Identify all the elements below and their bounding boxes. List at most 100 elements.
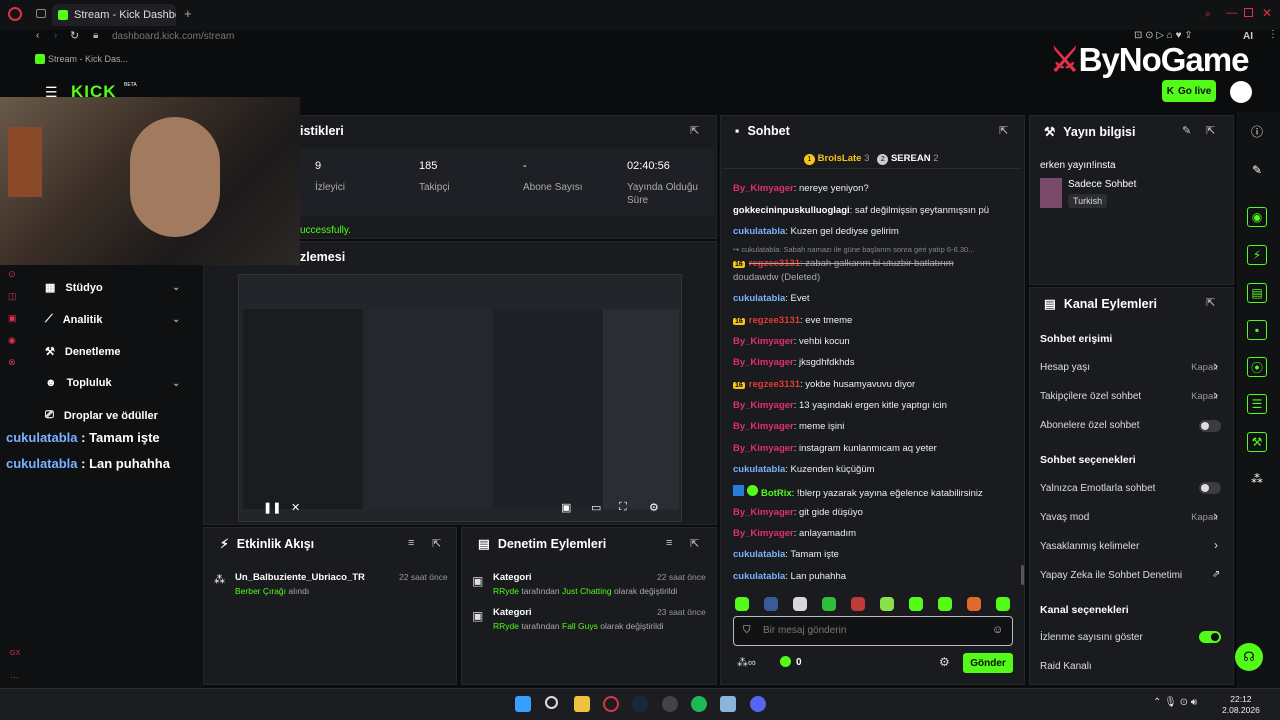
- subs-only-toggle[interactable]: [1199, 420, 1221, 432]
- chat-user[interactable]: By_Kimyager: [733, 336, 794, 347]
- raid-label[interactable]: Raid Kanalı: [1040, 661, 1092, 672]
- workspaces-icon[interactable]: [36, 9, 46, 18]
- sidebar-item-droplar[interactable]: ⎚ Droplar ve ödüller: [45, 409, 158, 422]
- pip-icon[interactable]: ▣: [561, 501, 571, 514]
- chat-user[interactable]: regzee3131: [749, 379, 800, 390]
- windows-start-icon[interactable]: [515, 696, 531, 712]
- popout-icon[interactable]: ⇱: [690, 124, 699, 137]
- chat-user[interactable]: cukulatabla: [733, 293, 785, 304]
- opera-logo-icon[interactable]: [8, 7, 22, 21]
- minimize-icon[interactable]: —: [1226, 7, 1237, 19]
- stream-preview-video[interactable]: ❚❚ ✕ ▣ ▭ ⛶ ⚙︎: [238, 274, 682, 522]
- clock[interactable]: 22:12 2.08.2026: [1222, 694, 1260, 716]
- list-icon[interactable]: ☰: [1247, 394, 1267, 414]
- chevron-down-icon[interactable]: ⌄: [172, 378, 180, 389]
- sidebar-item-studyo[interactable]: ▦ Stüdyo: [45, 281, 103, 295]
- shield-icon[interactable]: ⛉: [743, 625, 751, 636]
- popout-icon[interactable]: ⇱: [1206, 296, 1215, 309]
- emote-icon[interactable]: [851, 597, 865, 611]
- gx-icon[interactable]: GX: [10, 650, 20, 657]
- mute-icon[interactable]: ✕: [291, 501, 300, 514]
- document-icon[interactable]: ▤: [1247, 283, 1267, 303]
- chevron-right-icon[interactable]: ›: [1214, 538, 1218, 552]
- popout-icon[interactable]: ⇱: [1206, 124, 1215, 137]
- slow-mode-label[interactable]: Yavaş mod: [1040, 512, 1089, 523]
- edit-icon[interactable]: ✎: [1182, 124, 1191, 137]
- emote-icon[interactable]: [938, 597, 952, 611]
- sidebar-item-topluluk[interactable]: ☻ Topluluk: [45, 377, 112, 389]
- users-icon[interactable]: ⁂: [1247, 469, 1267, 489]
- fullscreen-icon[interactable]: ⛶: [619, 501, 627, 514]
- emote-icon[interactable]: [735, 597, 749, 611]
- camera-icon[interactable]: ◉: [1247, 207, 1267, 227]
- file-explorer-icon[interactable]: [574, 696, 590, 712]
- emote-icon[interactable]: [822, 597, 836, 611]
- chevron-right-icon[interactable]: ›: [1214, 509, 1218, 523]
- banned-words-label[interactable]: Yasaklanmış kelimeler: [1040, 541, 1139, 552]
- forward-icon[interactable]: ›: [54, 30, 57, 41]
- chat-user[interactable]: regzee3131: [749, 258, 800, 269]
- lightning-icon[interactable]: ⚡︎: [1247, 245, 1267, 265]
- emote-icon[interactable]: [996, 597, 1010, 611]
- chat-scrollbar[interactable]: [1021, 565, 1024, 585]
- activity-user[interactable]: Un_Balbuziente_Ubriaco_TR: [235, 572, 365, 583]
- chat-user[interactable]: cukulatabla: [733, 464, 785, 475]
- emote-icon[interactable]: [967, 597, 981, 611]
- chat-user[interactable]: cukulatabla: [733, 549, 785, 560]
- external-link-icon[interactable]: ⇗: [1212, 569, 1220, 580]
- show-viewers-toggle[interactable]: [1199, 631, 1221, 643]
- chevron-down-icon[interactable]: ⌄: [172, 282, 180, 293]
- sidebar-item-analitik[interactable]: ⟋ Analitik: [45, 313, 102, 326]
- chat-user[interactable]: cukulatabla: [733, 571, 785, 582]
- chat-user[interactable]: By_Kimyager: [733, 507, 794, 518]
- stream-category[interactable]: Sadece Sohbet: [1068, 179, 1136, 190]
- chat-user[interactable]: By_Kimyager: [733, 528, 794, 539]
- spotify-icon[interactable]: [691, 696, 707, 712]
- gifter-name[interactable]: SEREAN: [891, 153, 931, 164]
- chevron-down-icon[interactable]: ⌄: [172, 314, 180, 325]
- chat-user[interactable]: regzee3131: [749, 315, 800, 326]
- chat-user[interactable]: By_Kimyager: [733, 421, 794, 432]
- emote-icon[interactable]: [880, 597, 894, 611]
- followers-only-label[interactable]: Takipçilere özel sohbet: [1040, 391, 1141, 402]
- broadcast-icon[interactable]: ⦿: [1247, 357, 1267, 377]
- chat-input[interactable]: ⛉ Bir mesaj gönderin ☺: [733, 616, 1013, 646]
- filter-icon[interactable]: ≡: [666, 537, 672, 549]
- app-icon[interactable]: [662, 696, 678, 712]
- sidebar-rail-icons[interactable]: ⊙ ◫ ▣ ◉ ⊗: [8, 263, 20, 413]
- account-age-label[interactable]: Hesap yaşı: [1040, 362, 1090, 373]
- popout-icon[interactable]: ⇱: [432, 537, 441, 550]
- menu-dots-icon[interactable]: ⋮: [1268, 29, 1278, 40]
- new-tab-button[interactable]: +: [184, 6, 192, 21]
- chat-user[interactable]: gokkecininpuskulluoglagi: [733, 205, 850, 216]
- browser-tab[interactable]: Stream - Kick Dashboard: [52, 4, 176, 26]
- bookmark-item[interactable]: Stream - Kick Das...: [48, 54, 128, 64]
- discord-icon[interactable]: [750, 696, 766, 712]
- emote-icon[interactable]: [909, 597, 923, 611]
- close-icon[interactable]: ✕: [1262, 6, 1272, 20]
- popout-icon[interactable]: ⇱: [999, 124, 1008, 137]
- settings-icon[interactable]: ⚙︎: [649, 501, 659, 514]
- chat-user[interactable]: cukulatabla: [733, 226, 785, 237]
- users-icon[interactable]: ⁂∞: [737, 656, 756, 669]
- tray-icons[interactable]: ⌃ 🎙︎ ⊙ 🔊︎: [1153, 697, 1197, 708]
- search-icon[interactable]: [545, 696, 558, 709]
- chat-user[interactable]: By_Kimyager: [733, 357, 794, 368]
- go-live-button[interactable]: K Go live: [1162, 80, 1216, 102]
- wrench-icon[interactable]: ⚒︎: [1247, 432, 1267, 452]
- maximize-icon[interactable]: [1244, 8, 1253, 17]
- sidebar-item-denetleme[interactable]: ⚒︎ Denetleme: [45, 345, 121, 359]
- search-icon[interactable]: ⌕: [1205, 8, 1211, 21]
- ai-moderation-label[interactable]: Yapay Zeka ile Sohbet Denetimi: [1040, 570, 1182, 581]
- more-icon[interactable]: ···: [10, 672, 19, 682]
- emoji-icon[interactable]: ☺: [992, 624, 1003, 636]
- emote-icon[interactable]: [793, 597, 807, 611]
- chat-user[interactable]: BotRix: [761, 488, 792, 499]
- avatar[interactable]: [1230, 81, 1252, 103]
- chat-user[interactable]: By_Kimyager: [733, 443, 794, 454]
- back-icon[interactable]: ‹: [36, 30, 39, 41]
- pause-icon[interactable]: ❚❚: [263, 501, 281, 514]
- filter-icon[interactable]: ≡: [408, 537, 414, 549]
- reload-icon[interactable]: ↻: [70, 29, 79, 42]
- app-icon[interactable]: [720, 696, 736, 712]
